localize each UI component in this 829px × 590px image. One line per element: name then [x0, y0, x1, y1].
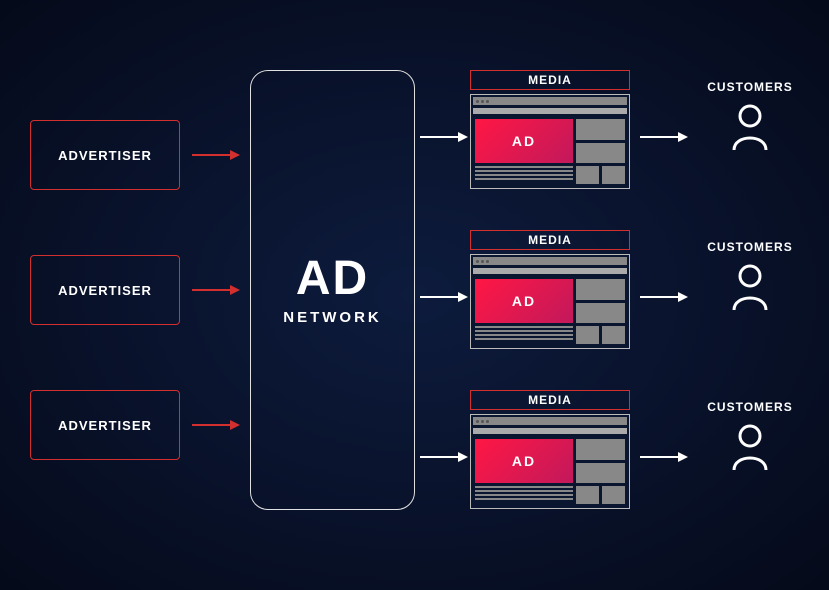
- customer-2: CUSTOMERS: [700, 240, 800, 312]
- media-label: MEDIA: [470, 390, 630, 410]
- content-text-lines: [475, 486, 573, 504]
- browser-titlebar: [473, 97, 627, 105]
- arrow-advertiser-to-network-1: [192, 149, 242, 161]
- media-browser-mock: AD: [470, 254, 630, 349]
- browser-navbar: [473, 268, 627, 274]
- arrow-network-to-media-2: [420, 290, 470, 302]
- ad-text: AD: [512, 293, 536, 309]
- ad-text: AD: [512, 133, 536, 149]
- customer-3: CUSTOMERS: [700, 400, 800, 472]
- browser-navbar: [473, 108, 627, 114]
- ad-network-title: AD: [296, 255, 369, 303]
- customer-label: CUSTOMERS: [700, 400, 800, 414]
- media-group-1: MEDIA AD: [470, 70, 630, 189]
- arrow-network-to-media-3: [420, 450, 470, 462]
- content-sidebar: [576, 119, 625, 163]
- customer-1: CUSTOMERS: [700, 80, 800, 152]
- advertiser-box-3: ADVERTISER: [30, 390, 180, 460]
- arrow-advertiser-to-network-3: [192, 419, 242, 431]
- content-thumbs: [576, 486, 625, 504]
- ad-placement: AD: [475, 279, 573, 323]
- content-thumbs: [576, 166, 625, 184]
- browser-navbar: [473, 428, 627, 434]
- arrow-media-to-customer-1: [640, 130, 690, 142]
- arrow-network-to-media-1: [420, 130, 470, 142]
- media-label: MEDIA: [470, 230, 630, 250]
- customer-label: CUSTOMERS: [700, 240, 800, 254]
- browser-titlebar: [473, 417, 627, 425]
- media-browser-mock: AD: [470, 414, 630, 509]
- advertiser-box-1: ADVERTISER: [30, 120, 180, 190]
- customer-label: CUSTOMERS: [700, 80, 800, 94]
- content-text-lines: [475, 326, 573, 344]
- arrow-advertiser-to-network-2: [192, 284, 242, 296]
- media-group-3: MEDIA AD: [470, 390, 630, 509]
- ad-text: AD: [512, 453, 536, 469]
- arrow-media-to-customer-2: [640, 290, 690, 302]
- advertiser-label: ADVERTISER: [58, 283, 152, 298]
- media-browser-mock: AD: [470, 94, 630, 189]
- ad-network-box: AD NETWORK: [250, 70, 415, 510]
- media-group-2: MEDIA AD: [470, 230, 630, 349]
- content-thumbs: [576, 326, 625, 344]
- content-sidebar: [576, 439, 625, 483]
- browser-titlebar: [473, 257, 627, 265]
- person-icon: [728, 102, 772, 152]
- ad-placement: AD: [475, 119, 573, 163]
- arrow-media-to-customer-3: [640, 450, 690, 462]
- advertiser-box-2: ADVERTISER: [30, 255, 180, 325]
- person-icon: [728, 262, 772, 312]
- content-text-lines: [475, 166, 573, 184]
- ad-placement: AD: [475, 439, 573, 483]
- advertiser-label: ADVERTISER: [58, 418, 152, 433]
- media-label: MEDIA: [470, 70, 630, 90]
- content-sidebar: [576, 279, 625, 323]
- person-icon: [728, 422, 772, 472]
- advertiser-label: ADVERTISER: [58, 148, 152, 163]
- ad-network-subtitle: NETWORK: [283, 309, 382, 326]
